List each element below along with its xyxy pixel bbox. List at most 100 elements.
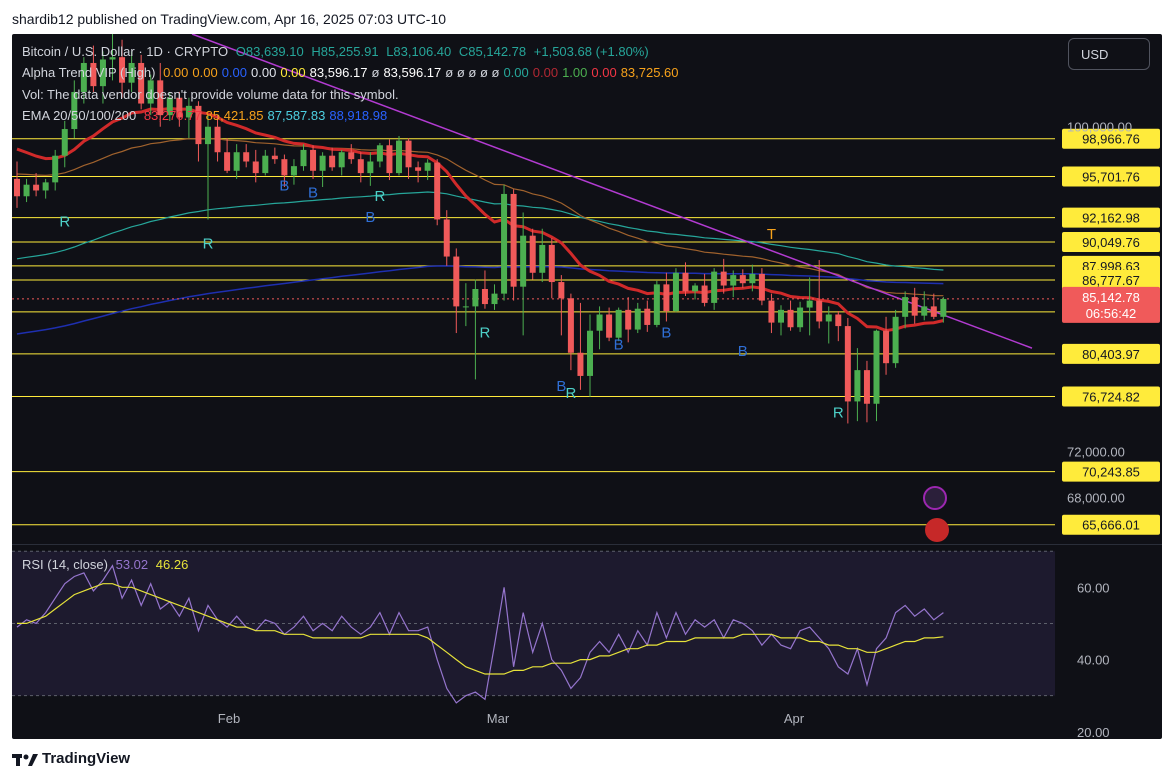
legend-alpha-value: 83,596.17 [383, 65, 442, 80]
legend-alpha-value: 0.00 [591, 65, 617, 80]
legend-alpha-value: 0.00 [280, 65, 306, 80]
chart-frame[interactable]: 98,966.76 95,701.76 92,162.98 90,049.76 87,9… [12, 34, 1162, 739]
candle-body [663, 284, 670, 312]
candle-body [376, 145, 383, 162]
legend-high: H85,255.91 [311, 44, 379, 59]
candle-body [23, 184, 30, 197]
candle-body [33, 184, 40, 191]
candle-body [797, 307, 804, 328]
legend-alpha-value: 83,725.60 [620, 65, 679, 80]
candle-body [233, 152, 240, 171]
candle-body [863, 370, 870, 404]
candle-body [510, 193, 517, 287]
price-level-label: 95,701.76 [1082, 170, 1140, 185]
legend-alpha-value: 0.00 [503, 65, 529, 80]
candle-body [587, 330, 593, 376]
signal-label: R [565, 385, 576, 402]
candle-body [453, 256, 460, 307]
price-level-label: 76,724.82 [1082, 390, 1140, 405]
tradingview-logo-icon[interactable] [12, 752, 38, 770]
candle-body [682, 272, 689, 292]
candle-body [835, 314, 842, 327]
ema-100-line [16, 191, 944, 271]
footer-brand[interactable]: TradingView [42, 750, 130, 767]
candle-body [262, 155, 269, 174]
candle-body [653, 284, 660, 325]
x-tick-label: Apr [784, 711, 805, 726]
legend-open: O83,639.10 [235, 44, 304, 59]
legend-alpha-value: 0.00 [192, 65, 218, 80]
legend-alpha-value: 83,596.17 [309, 65, 368, 80]
candle-body [61, 129, 68, 156]
candle-body [902, 297, 909, 317]
candle-body [844, 326, 851, 402]
legend-rsi: RSI (14, close) 53.02 46.26 [22, 557, 192, 572]
candle-body [243, 152, 250, 162]
candle-body [443, 219, 450, 257]
signal-label: R [480, 325, 491, 342]
us-flag-icon [925, 518, 949, 542]
candle-body [462, 306, 469, 308]
legend-alpha-value: 0.00 [221, 65, 248, 80]
legend-change: +1,503.68 (+1.80%) [533, 44, 649, 59]
legend-ema-value: 85,421.85 [205, 108, 264, 123]
candle-body [214, 126, 221, 153]
candle-body [634, 308, 641, 330]
legend-alpha-name[interactable]: Alpha Trend VIP (High) [22, 65, 155, 80]
legend-alpha-value: 0.00 [163, 65, 189, 80]
y-tick-label: 100,000.00 [1067, 120, 1132, 135]
x-tick-label: Mar [487, 711, 510, 726]
legend-ema-name[interactable]: EMA 20/50/100/200 [22, 108, 136, 123]
legend-vol-text: Vol: The data vendor doesn't provide vol… [22, 87, 399, 102]
x-tick-label: Feb [218, 711, 240, 726]
candle-body [644, 308, 651, 325]
candle-body [281, 159, 288, 176]
ema-50-line [16, 137, 944, 297]
legend-close: C85,142.78 [458, 44, 527, 59]
candle-body [911, 297, 918, 316]
candle-body [930, 306, 937, 317]
signal-label: R [833, 405, 844, 422]
signal-label: R [374, 188, 385, 205]
legend-low: L83,106.40 [386, 44, 452, 59]
price-level-label: 86,777.67 [1082, 273, 1140, 288]
candle-body [396, 140, 402, 174]
legend-ema-value: 87,587.83 [267, 108, 326, 123]
candle-body [921, 306, 928, 316]
candle-body [290, 166, 297, 176]
rsi-y-tick-label: 20.00 [1077, 725, 1110, 739]
candle-body [749, 273, 756, 284]
candle-body [873, 330, 880, 404]
candle-body [481, 289, 488, 305]
candle-body [42, 182, 49, 191]
candle-body [205, 126, 211, 145]
legend-ohlc: Bitcoin / U.S. Dollar · 1D · CRYPTO O83,… [22, 44, 653, 59]
legend-volume: Vol: The data vendor doesn't provide vol… [22, 87, 403, 102]
candle-body [625, 309, 632, 330]
legend-alpha-trend: Alpha Trend VIP (High) 0.00 0.00 0.00 0.00 0… [22, 65, 683, 80]
candle-body [300, 149, 307, 167]
candle-body [711, 271, 718, 303]
signal-label: B [365, 209, 375, 226]
legend-rsi-name[interactable]: RSI (14, close) [22, 557, 108, 572]
publish-header: shardib12 published on TradingView.com, … [0, 0, 1174, 34]
candle-body [758, 273, 765, 301]
legend-ema-value: 83,270.77 [143, 108, 202, 123]
candle-body [472, 289, 479, 307]
candle-body [825, 314, 832, 322]
signal-label: R [203, 235, 214, 252]
candle-body [491, 293, 498, 305]
chart-canvas[interactable]: 98,966.7695,701.7692,162.9890,049.7687,9… [12, 34, 1162, 739]
candle-body [672, 272, 679, 312]
candle-body [357, 159, 364, 174]
currency-button[interactable]: USD [1068, 38, 1150, 70]
candle-body [596, 314, 603, 331]
price-level-label: 65,666.01 [1082, 518, 1140, 533]
candle-body [52, 155, 59, 183]
candle-body [520, 235, 527, 287]
legend-symbol[interactable]: Bitcoin / U.S. Dollar · 1D · CRYPTO [22, 44, 228, 59]
candle-body [548, 244, 555, 283]
price-level-label: 90,049.76 [1082, 235, 1140, 250]
legend-alpha-value: 0.00 [251, 65, 277, 80]
candle-body [567, 298, 574, 353]
